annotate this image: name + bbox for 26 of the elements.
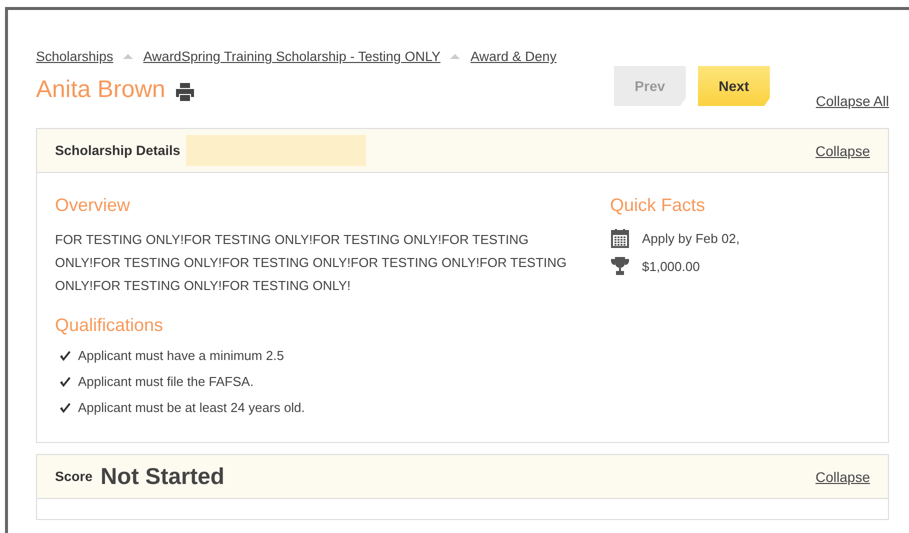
- section-heading: Overview: [55, 195, 132, 216]
- collapse-link[interactable]: Collapse: [816, 142, 870, 158]
- applicant-name: Anita Brown: [36, 76, 166, 104]
- checkmark-icon: [59, 350, 71, 362]
- overview-text: FOR TESTING ONLY!FOR TESTING ONLY!FOR TESTING ONLY!FOR TESTING ONLY!FOR TESTING ONLY!FOR TESTING ONLY!FOR TESTING ONLY!FOR TESTING ONLY!FOR TESTING ONLY!FOR TESTING ONLY!: [55, 231, 568, 295]
- qualification-text: Applicant must have a minimum 2.5: [78, 348, 284, 363]
- qualification-text: Applicant must file the FAFSA.: [78, 374, 254, 389]
- fact-text: $1,000.00: [642, 258, 700, 274]
- checkmark-icon: [59, 402, 71, 414]
- calendar-icon: [610, 228, 630, 248]
- printer-icon[interactable]: [175, 82, 196, 102]
- panel-title: Score: [55, 469, 93, 484]
- collapse-link[interactable]: Collapse: [816, 468, 870, 484]
- breadcrumb-link[interactable]: AwardSpring Training Scholarship - Testing ONLY: [143, 49, 440, 64]
- breadcrumb-link[interactable]: Award & Deny: [470, 49, 556, 64]
- fact-text: Apply by Feb 02,: [642, 230, 740, 246]
- trophy-icon: [610, 256, 630, 276]
- section-heading: Quick Facts: [610, 195, 706, 216]
- score-status: Not Started: [100, 463, 224, 490]
- collapse-all-link[interactable]: Collapse All: [816, 93, 889, 109]
- qualification-text: Applicant must be at least 24 years old.: [78, 400, 305, 415]
- breadcrumb-link[interactable]: Scholarships: [36, 49, 114, 64]
- next-button[interactable]: Next: [698, 66, 770, 106]
- checkmark-icon: [59, 376, 71, 388]
- section-heading: Qualifications: [55, 315, 164, 336]
- panel-title: Scholarship Details: [55, 143, 180, 158]
